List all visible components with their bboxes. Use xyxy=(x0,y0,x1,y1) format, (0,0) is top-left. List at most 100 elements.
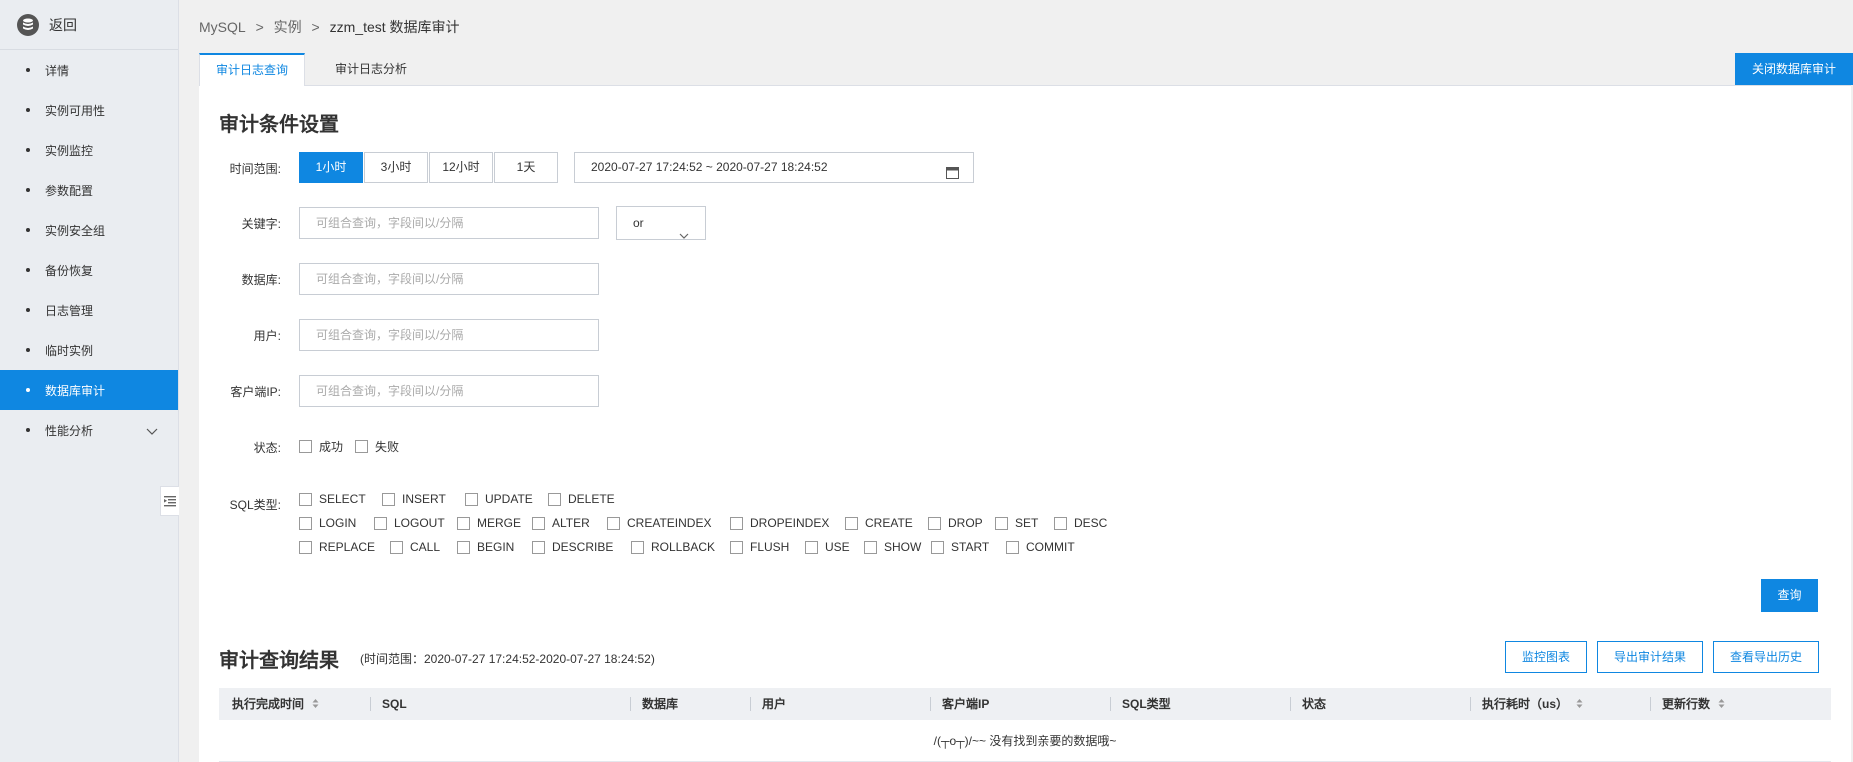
checkbox-box[interactable] xyxy=(928,516,941,530)
export-history-button[interactable]: 查看导出历史 xyxy=(1713,641,1819,673)
bullet-icon xyxy=(26,348,30,352)
sql-type-checkbox-replace[interactable]: REPLACE xyxy=(299,540,375,554)
sql-type-checkbox-logout[interactable]: LOGOUT xyxy=(374,516,445,530)
checkbox-box[interactable] xyxy=(299,540,312,554)
checkbox-box[interactable] xyxy=(382,492,395,506)
sql-type-checkbox-insert[interactable]: INSERT xyxy=(382,492,446,506)
sql-type-checkbox-login[interactable]: LOGIN xyxy=(299,516,356,530)
checkbox-box[interactable] xyxy=(299,516,312,530)
sql-type-checkbox-show[interactable]: SHOW xyxy=(864,540,921,554)
range-1d-button[interactable]: 1天 xyxy=(494,152,558,183)
sql-type-checkbox-update[interactable]: UPDATE xyxy=(465,492,533,506)
sql-type-checkbox-merge[interactable]: MERGE xyxy=(457,516,521,530)
checkbox-box[interactable] xyxy=(1054,516,1067,530)
sql-type-checkbox-select[interactable]: SELECT xyxy=(299,492,366,506)
sidebar-item[interactable]: 实例可用性 xyxy=(0,90,178,130)
sidebar-item[interactable]: 实例安全组 xyxy=(0,210,178,250)
sidebar-item[interactable]: 实例监控 xyxy=(0,130,178,170)
column-header[interactable]: 执行耗时（us） xyxy=(1469,688,1649,720)
sql-type-checkbox-describe[interactable]: DESCRIBE xyxy=(532,540,613,554)
sql-type-checkbox-begin[interactable]: BEGIN xyxy=(457,540,514,554)
sql-type-checkbox-dropeindex[interactable]: DROPEINDEX xyxy=(730,516,829,530)
date-range-picker[interactable]: 2020-07-27 17:24:52 ~ 2020-07-27 18:24:5… xyxy=(574,152,974,183)
checkbox-box[interactable] xyxy=(548,492,561,506)
checkbox-box[interactable] xyxy=(730,540,743,554)
sidebar-item[interactable]: 详情 xyxy=(0,50,178,90)
sql-type-checkbox-call[interactable]: CALL xyxy=(390,540,440,554)
range-3h-button[interactable]: 3小时 xyxy=(364,152,428,183)
column-header-label: 状态 xyxy=(1302,697,1327,711)
sql-type-checkbox-createindex[interactable]: CREATEINDEX xyxy=(607,516,711,530)
checkbox-box[interactable] xyxy=(607,516,620,530)
checkbox-box[interactable] xyxy=(805,540,818,554)
sidebar-item[interactable]: 日志管理 xyxy=(0,290,178,330)
tab-audit-log-analysis[interactable]: 审计日志分析 xyxy=(319,53,423,86)
sort-icon[interactable] xyxy=(1718,689,1725,721)
column-header-label: 更新行数 xyxy=(1662,697,1711,711)
sql-type-checkbox-commit[interactable]: COMMIT xyxy=(1006,540,1075,554)
client-ip-input[interactable]: 可组合查询，字段间以/分隔 xyxy=(299,375,599,407)
collapse-sidebar-icon[interactable] xyxy=(160,486,179,516)
status-success-checkbox[interactable]: 成功 xyxy=(299,438,343,455)
sql-type-checkbox-drop[interactable]: DROP xyxy=(928,516,983,530)
close-audit-button[interactable]: 关闭数据库审计 xyxy=(1735,53,1853,85)
sidebar-item[interactable]: 参数配置 xyxy=(0,170,178,210)
checkbox-box[interactable] xyxy=(864,540,877,554)
tab-audit-log-query[interactable]: 审计日志查询 xyxy=(199,53,306,87)
checkbox-box[interactable] xyxy=(845,516,858,530)
user-input[interactable]: 可组合查询，字段间以/分隔 xyxy=(299,319,599,351)
sidebar-item[interactable]: 备份恢复 xyxy=(0,250,178,290)
sidebar-item[interactable]: 性能分析 xyxy=(0,410,178,450)
sql-type-checkbox-delete[interactable]: DELETE xyxy=(548,492,615,506)
monitor-chart-button[interactable]: 监控图表 xyxy=(1505,641,1587,673)
keyword-input[interactable]: 可组合查询，字段间以/分隔 xyxy=(299,207,599,239)
checkbox-box[interactable] xyxy=(631,540,644,554)
checkbox-box[interactable] xyxy=(457,516,470,530)
sql-type-checkbox-rollback[interactable]: ROLLBACK xyxy=(631,540,715,554)
sort-icon[interactable] xyxy=(312,689,319,721)
bullet-icon xyxy=(26,228,30,232)
checkbox-box[interactable] xyxy=(299,440,312,453)
sidebar-item[interactable]: 临时实例 xyxy=(0,330,178,370)
column-header[interactable]: 执行完成时间 xyxy=(219,688,369,720)
checkbox-box[interactable] xyxy=(355,440,368,453)
checkbox-box[interactable] xyxy=(730,516,743,530)
time-range-label: 时间范围: xyxy=(229,162,281,176)
sql-type-checkbox-flush[interactable]: FLUSH xyxy=(730,540,789,554)
checkbox-label: CREATEINDEX xyxy=(627,516,712,530)
checkbox-box[interactable] xyxy=(995,516,1008,530)
sidebar-item-label: 实例可用性 xyxy=(45,103,106,118)
date-range-value: 2020-07-27 17:24:52 ~ 2020-07-27 18:24:5… xyxy=(591,160,828,174)
sort-icon[interactable] xyxy=(1576,689,1583,721)
query-button[interactable]: 查询 xyxy=(1761,579,1818,612)
sql-type-checkbox-create[interactable]: CREATE xyxy=(845,516,913,530)
sql-type-checkbox-set[interactable]: SET xyxy=(995,516,1038,530)
export-results-button[interactable]: 导出审计结果 xyxy=(1597,641,1703,673)
sidebar-item[interactable]: 数据库审计 xyxy=(0,370,178,410)
bullet-icon xyxy=(26,68,30,72)
checkbox-box[interactable] xyxy=(1006,540,1019,554)
checkbox-box[interactable] xyxy=(374,516,387,530)
checkbox-box[interactable] xyxy=(931,540,944,554)
back-link[interactable]: 返回 xyxy=(0,0,178,50)
bullet-icon xyxy=(26,268,30,272)
checkbox-box[interactable] xyxy=(457,540,470,554)
sql-type-checkbox-start[interactable]: START xyxy=(931,540,989,554)
keyword-logic-select[interactable]: or xyxy=(616,206,706,240)
checkbox-label: FLUSH xyxy=(750,540,790,554)
sql-type-checkbox-alter[interactable]: ALTER xyxy=(532,516,590,530)
sql-type-checkbox-use[interactable]: USE xyxy=(805,540,850,554)
range-12h-button[interactable]: 12小时 xyxy=(429,152,493,183)
sql-type-checkbox-desc[interactable]: DESC xyxy=(1054,516,1107,530)
checkbox-box[interactable] xyxy=(532,540,545,554)
checkbox-box[interactable] xyxy=(532,516,545,530)
checkbox-box[interactable] xyxy=(390,540,403,554)
breadcrumb-instances[interactable]: 实例 xyxy=(274,19,302,35)
column-header[interactable]: 更新行数 xyxy=(1649,688,1811,720)
status-failure-checkbox[interactable]: 失败 xyxy=(355,438,399,455)
breadcrumb-root[interactable]: MySQL xyxy=(199,19,246,35)
database-input[interactable]: 可组合查询，字段间以/分隔 xyxy=(299,263,599,295)
range-1h-button[interactable]: 1小时 xyxy=(299,152,363,183)
checkbox-box[interactable] xyxy=(465,492,478,506)
checkbox-box[interactable] xyxy=(299,492,312,506)
